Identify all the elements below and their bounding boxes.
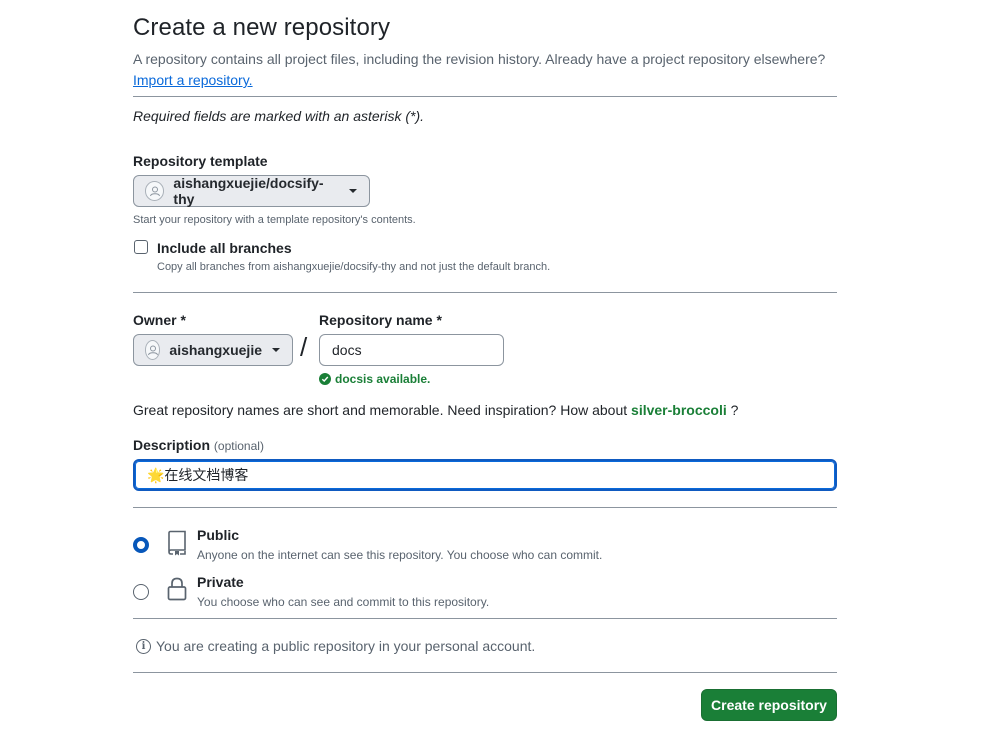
chevron-down-icon (272, 348, 280, 352)
public-label[interactable]: Public (197, 527, 239, 543)
import-repository-link[interactable]: Import a repository. (133, 72, 253, 88)
description-label: Description (optional) (133, 437, 264, 453)
repo-icon (166, 530, 188, 561)
avatar (145, 181, 165, 201)
private-radio[interactable] (133, 584, 149, 600)
lock-icon (167, 577, 187, 606)
repository-name-input[interactable] (319, 334, 504, 366)
required-fields-note: Required fields are marked with an aster… (133, 108, 425, 124)
owner-select-button[interactable]: aishangxuejie (133, 334, 293, 366)
availability-text: is available. (363, 372, 431, 386)
template-selected-value: aishangxuejie/docsify-thy (173, 175, 324, 207)
include-all-branches-checkbox[interactable] (134, 240, 148, 254)
public-description: Anyone on the internet can see this repo… (197, 548, 603, 562)
availability-name: docs (335, 372, 364, 386)
page-title: Create a new repository (133, 14, 391, 41)
template-hint: Start your repository with a template re… (133, 214, 416, 226)
info-message: i You are creating a public repository i… (136, 638, 535, 654)
info-icon: i (136, 638, 151, 654)
include-all-branches-hint: Copy all branches from aishangxuejie/doc… (157, 261, 551, 273)
create-repository-button[interactable]: Create repository (701, 689, 837, 721)
divider (133, 96, 837, 97)
intro-description: A repository contains all project files,… (133, 51, 826, 67)
suggestion-suffix: ? (726, 402, 739, 418)
template-label: Repository template (133, 153, 268, 169)
availability-message: docs is available. (319, 372, 430, 386)
description-label-text: Description (133, 437, 211, 453)
public-radio[interactable] (133, 537, 149, 553)
name-suggestion: Great repository names are short and mem… (133, 402, 738, 418)
description-optional-tag: (optional) (213, 439, 264, 453)
description-input[interactable] (133, 459, 837, 491)
divider (133, 672, 837, 673)
suggested-name-link[interactable]: silver-broccoli (631, 402, 727, 418)
include-all-branches-label[interactable]: Include all branches (157, 240, 292, 256)
divider (133, 507, 837, 508)
intro-text: A repository contains all project files,… (133, 49, 837, 91)
repository-name-label: Repository name * (319, 312, 442, 328)
info-text: You are creating a public repository in … (156, 638, 536, 654)
check-circle-icon (319, 373, 331, 385)
private-description: You choose who can see and commit to thi… (197, 595, 490, 609)
owner-selected-value: aishangxuejie (169, 342, 262, 358)
owner-label: Owner * (133, 312, 186, 328)
private-label[interactable]: Private (197, 574, 244, 590)
divider (133, 292, 837, 293)
avatar (145, 340, 161, 360)
suggestion-text: Great repository names are short and mem… (133, 402, 632, 418)
chevron-down-icon (349, 189, 357, 193)
owner-name-separator: / (300, 332, 308, 362)
divider (133, 618, 837, 619)
template-select-button[interactable]: aishangxuejie/docsify-thy (133, 175, 370, 207)
